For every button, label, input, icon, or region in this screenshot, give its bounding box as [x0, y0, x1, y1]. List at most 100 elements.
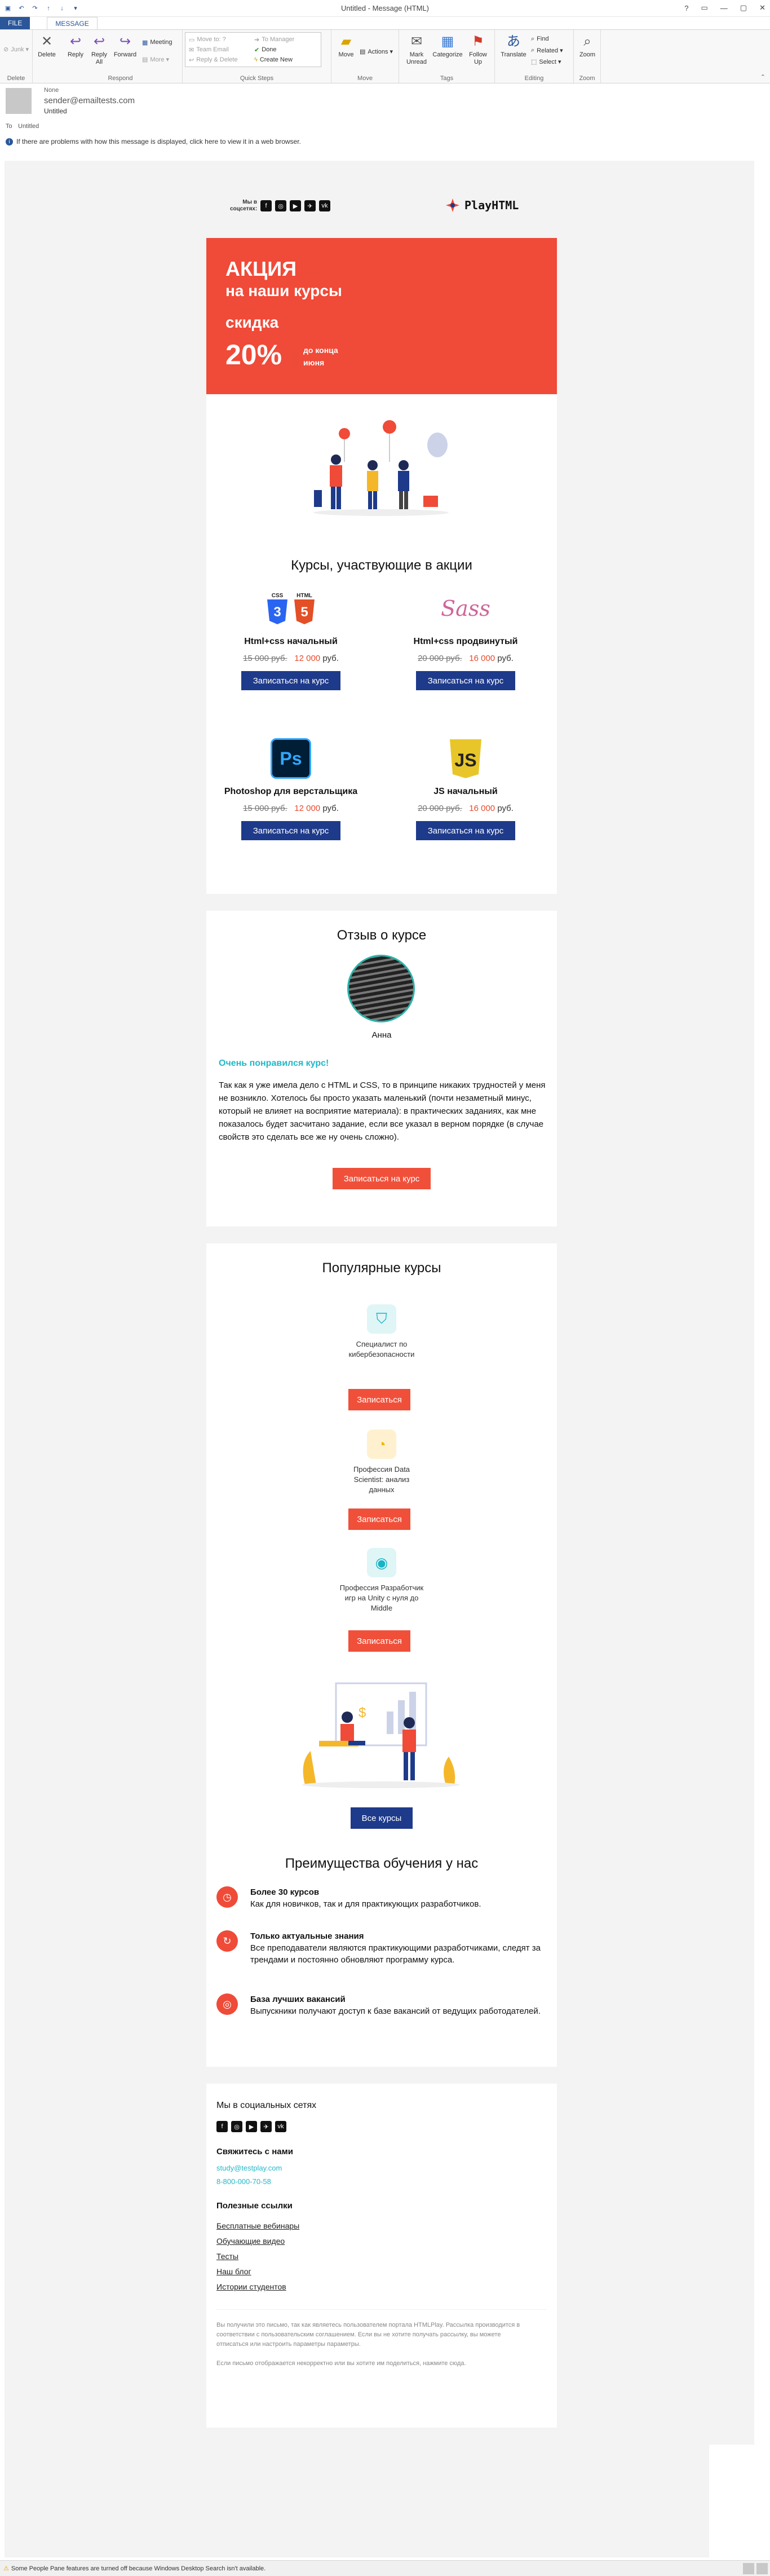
facebook-icon[interactable]: f [216, 2121, 228, 2132]
advantage-item: ↻ Только актуальные знания Все преподават… [216, 1930, 543, 1966]
advantage-item: ◷ Более 30 курсов Как для новичков, так и… [216, 1886, 543, 1910]
footer-link[interactable]: Бесплатные вебинары [216, 2221, 299, 2237]
telegram-icon[interactable]: ✈ [304, 200, 316, 211]
reply-all-button[interactable]: ↩ Reply All [89, 32, 109, 66]
popular-course-name: Профессия Data Scientist: анализ данных [353, 1465, 410, 1494]
popular-enroll-button[interactable]: Записаться [348, 1630, 410, 1652]
maximize-button[interactable]: ▢ [740, 3, 747, 12]
categorize-button[interactable]: ▦ Categorize [432, 32, 463, 59]
minimize-button[interactable]: — [720, 4, 728, 12]
to-value: Untitled [18, 123, 39, 130]
related-button[interactable]: ⌕ Related ▾ [531, 46, 563, 55]
instagram-icon[interactable]: ◎ [231, 2121, 242, 2132]
currency: руб. [322, 804, 339, 813]
old-price: 20 000 руб. [418, 804, 462, 813]
move-button[interactable]: ▰ Move [336, 32, 356, 59]
junk-button[interactable]: ⊘ Junk ▾ [3, 45, 29, 54]
clock-icon: ◷ [216, 1886, 238, 1908]
banner-percent: 20% [225, 339, 282, 370]
reply-icon: ↩ [69, 33, 82, 49]
footer-link[interactable]: Тесты [216, 2252, 299, 2267]
delete-button[interactable]: ✕ Delete [36, 32, 57, 59]
review-enroll-button[interactable]: Записаться на курс [333, 1168, 431, 1189]
currency: руб. [497, 654, 514, 663]
review-headline: Очень понравился курс! [219, 1058, 329, 1068]
vk-icon[interactable]: vk [275, 2121, 286, 2132]
footer-link[interactable]: Истории студентов [216, 2282, 299, 2297]
enroll-button[interactable]: Записаться на курс [241, 671, 340, 690]
popular-enroll-button[interactable]: Записаться [348, 1508, 410, 1530]
folder-icon: ▭ [189, 36, 195, 43]
logo[interactable]: PlayHTML [444, 197, 519, 214]
follow-up-button[interactable]: ⚑ Follow Up [466, 32, 490, 66]
instagram-icon[interactable]: ◎ [275, 200, 286, 211]
people-pane-icon[interactable] [743, 2563, 754, 2574]
quick-step[interactable]: ➔ To Manager [254, 35, 294, 44]
course-item: Sass Html+css продвинутый 20 000 руб. 16… [381, 586, 550, 690]
shield-icon: ⛉ [367, 1304, 396, 1334]
enroll-button[interactable]: Записаться на курс [416, 821, 515, 840]
advantage-text: Выпускники получают доступ к базе ваканс… [250, 2006, 541, 2016]
currency: руб. [497, 804, 514, 813]
quick-step[interactable]: ↩ Reply & Delete [189, 55, 238, 64]
warning-icon: ⚠ [3, 2565, 9, 2572]
advantage-text: Как для новичков, так и для практикующих… [250, 1899, 481, 1909]
quick-step[interactable]: ▭ Move to: ? [189, 35, 226, 44]
zoom-button[interactable]: ⌕ Zoom [577, 32, 598, 59]
enroll-button[interactable]: Записаться на курс [416, 671, 515, 690]
tab-message[interactable]: MESSAGE [47, 17, 98, 29]
tab-file[interactable]: FILE [0, 17, 30, 29]
footer-phone[interactable]: 8-800-000-70-58 [216, 2177, 271, 2186]
new-price: 16 000 [469, 804, 495, 813]
group-label: Delete [7, 75, 25, 82]
select-button[interactable]: ⬚ Select ▾ [531, 57, 561, 66]
quick-step[interactable]: ϟ Create New [254, 55, 293, 64]
group-delete: ⊘ Junk ▾ Delete [0, 30, 33, 83]
collapse-ribbon-icon[interactable]: ⌃ [760, 73, 765, 81]
course-name: Photoshop для верстальщика [224, 787, 358, 796]
youtube-icon[interactable]: ▶ [246, 2121, 257, 2132]
enroll-button[interactable]: Записаться на курс [241, 821, 340, 840]
quick-steps-gallery: ▭ Move to: ? ✉ Team Email ↩ Reply & Delete … [185, 32, 321, 67]
popular-title: Популярные курсы [322, 1260, 441, 1276]
help-button[interactable]: ? [684, 4, 688, 12]
ribbon-display-button[interactable]: ▭ [701, 3, 708, 12]
review-title: Отзыв о курсе [337, 928, 427, 943]
footer-link[interactable]: Наш блог [216, 2267, 299, 2282]
forward-button[interactable]: ↪ Forward [113, 32, 138, 59]
actions-button[interactable]: ▤ Actions ▾ [360, 47, 393, 56]
html-css-icon: CSS 3 HTML 5 [206, 586, 375, 631]
quick-step[interactable]: ✉ Team Email [189, 45, 229, 54]
youtube-icon[interactable]: ▶ [290, 200, 301, 211]
logo-icon [446, 199, 459, 212]
sender[interactable]: sender@emailtests.com [44, 96, 135, 105]
mark-unread-button[interactable]: ✉ Mark Unread [404, 32, 430, 66]
info-bar[interactable]: i If there are problems with how this me… [0, 135, 770, 148]
logo-text: PlayHTML [464, 199, 519, 212]
popular-enroll-button[interactable]: Записаться [348, 1389, 410, 1410]
more-button[interactable]: ▤ More ▾ [142, 55, 169, 64]
review-text: Так как я уже имела дело с HTML и CSS, т… [219, 1080, 546, 1142]
social-top: Мы в соцсетях: f ◎ ▶ ✈ vk [230, 199, 330, 213]
to-label: To [6, 123, 12, 130]
reviewer-avatar [347, 955, 415, 1022]
move-icon: ▰ [340, 33, 352, 49]
people-pane-toggle-icon[interactable] [756, 2563, 768, 2574]
find-button[interactable]: ⌕ Find [531, 34, 549, 43]
footer-email[interactable]: study@testplay.com [216, 2164, 282, 2172]
group-label: Respond [108, 75, 133, 82]
meeting-button[interactable]: ▦ Meeting [142, 38, 172, 47]
facebook-icon[interactable]: f [260, 200, 272, 211]
footer-link[interactable]: Обучающие видео [216, 2237, 299, 2252]
group-label: Quick Steps [240, 75, 274, 82]
translate-button[interactable]: あ Translate [498, 32, 529, 59]
quick-step[interactable]: ✔ Done [254, 45, 277, 54]
group-label: Zoom [579, 75, 595, 82]
all-courses-button[interactable]: Все курсы [351, 1807, 413, 1829]
reply-button[interactable]: ↩ Reply [65, 32, 86, 59]
telegram-icon[interactable]: ✈ [260, 2121, 272, 2132]
courses-card: Курсы, участвующие в акции CSS 3 HTML 5 Ht… [206, 394, 557, 894]
close-button[interactable]: ✕ [759, 3, 765, 12]
vk-icon[interactable]: vk [319, 200, 330, 211]
forward-icon: ↪ [119, 33, 131, 49]
